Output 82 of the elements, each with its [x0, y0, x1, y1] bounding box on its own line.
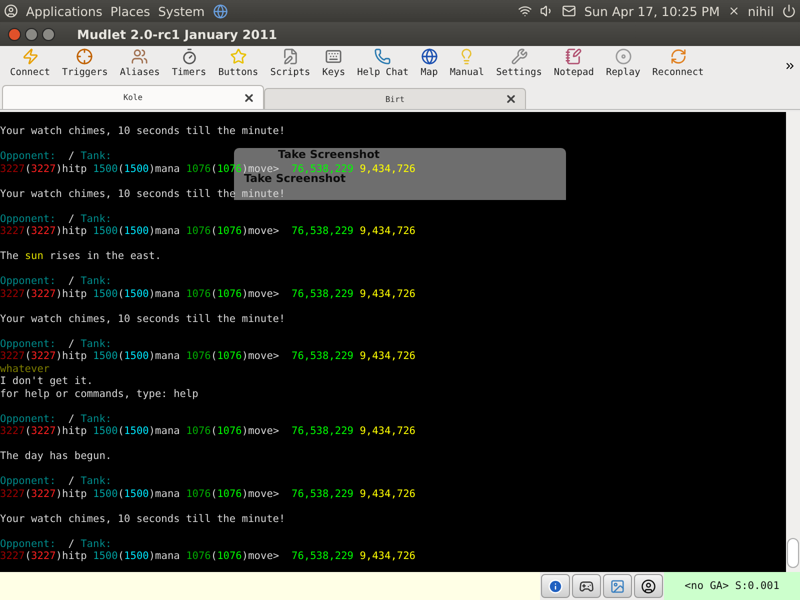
console-line: 3227(3227)hitp 1500(1500)mana 1076(1076)move> 76,538,229 9,434,726: [0, 225, 416, 238]
wifi-icon[interactable]: [518, 4, 532, 18]
console-line: 3227(3227)hitp 1500(1500)mana 1076(1076)move> 76,538,229 9,434,726: [0, 350, 416, 362]
toolbar-button[interactable]: Map: [414, 48, 444, 78]
console-line: I don't get it.: [0, 375, 93, 388]
more-icon[interactable]: [784, 60, 796, 72]
user-icon: [641, 578, 656, 594]
user-name[interactable]: nihil: [748, 4, 774, 18]
crosshair-icon: [76, 48, 94, 65]
panel-menu[interactable]: Applications: [26, 4, 102, 18]
toolbar-button[interactable]: Replay: [600, 48, 646, 78]
toolbar-button[interactable]: Connect: [4, 48, 56, 78]
refresh-icon: [670, 48, 687, 65]
user-button[interactable]: [634, 574, 663, 598]
toolbar-button[interactable]: Settings: [490, 48, 548, 78]
gamepad-icon: [579, 578, 594, 594]
toolbar-button[interactable]: Help Chat: [351, 48, 415, 78]
panel-menu[interactable]: System: [158, 4, 205, 18]
toolbar-button[interactable]: Buttons: [212, 48, 264, 78]
session-tab[interactable]: Kole: [2, 85, 264, 109]
console-line: 3227(3227)hitp 1500(1500)mana 1076(1076)move> 76,538,229 9,434,726: [0, 288, 416, 300]
toolbar-button[interactable]: Triggers: [56, 48, 114, 78]
console-line: 3227(3227)hitp 1500(1500)mana 1076(1076)move> 76,538,229 9,434,726: [0, 550, 416, 562]
user-status-icon: [728, 5, 740, 17]
close-icon[interactable]: [505, 93, 517, 105]
stopwatch-icon: [180, 48, 198, 65]
console-line: 3227(3227)hitp 1500(1500)mana 1076(1076)move> 76,538,229 9,434,726: [0, 425, 416, 438]
console-line: Opponent: / Tank:: [0, 150, 112, 162]
panel-menu[interactable]: Places: [110, 4, 150, 18]
lightning-icon: [22, 48, 39, 65]
console-line: Opponent: / Tank:: [0, 475, 112, 488]
command-input[interactable]: [0, 572, 540, 600]
scroll-bar[interactable]: [786, 112, 800, 572]
console-line: 3227(3227)hitp 1500(1500)mana 1076(1076)move> 76,538,229 9,434,726: [0, 162, 416, 174]
toolbar-button[interactable]: Scripts: [264, 48, 316, 78]
console-line: Your watch chimes, 10 seconds till the minute!: [0, 188, 286, 200]
maximize-button[interactable]: [42, 28, 55, 40]
info-icon: [548, 578, 563, 594]
window-title: Mudlet 2.0-rc1 January 2011: [77, 26, 278, 42]
console-line: Opponent: / Tank:: [0, 212, 112, 225]
toolbar-button[interactable]: Timers: [166, 48, 212, 78]
session-tab[interactable]: Birt: [264, 88, 526, 109]
console-line: Your watch chimes, 10 seconds till the minute!: [0, 312, 286, 325]
image-icon: [610, 578, 625, 594]
wrench-icon: [510, 48, 528, 65]
image-button[interactable]: [603, 574, 632, 598]
disc-icon: [614, 48, 632, 65]
toolbar-button[interactable]: Manual: [444, 48, 490, 78]
toolbar-button[interactable]: Notepad: [548, 48, 600, 78]
minimize-button[interactable]: [25, 28, 38, 40]
console-line: Your watch chimes, 10 seconds till the minute!: [0, 512, 286, 525]
people-icon: [131, 48, 148, 65]
toolbar-button[interactable]: Aliases: [114, 48, 166, 78]
console-line: Your watch chimes, 10 seconds till the minute!: [0, 125, 286, 138]
console-line: for help or commands, type: help: [0, 388, 198, 400]
console-line: whatever: [0, 362, 50, 375]
globe-icon[interactable]: [212, 4, 228, 18]
power-icon[interactable]: [782, 4, 796, 18]
star-icon: [230, 48, 247, 65]
info-button[interactable]: [541, 574, 570, 598]
toolbar-button[interactable]: Reconnect: [646, 48, 710, 78]
status-text: <no GA> S:0.001: [664, 572, 800, 600]
clock[interactable]: Sun Apr 17, 10:25 PM: [584, 4, 720, 18]
toolbar-button[interactable]: Keys: [316, 48, 352, 78]
telephone-icon: [374, 48, 392, 65]
dialog-heading: Take Screenshot: [244, 173, 346, 185]
close-button[interactable]: [8, 28, 21, 40]
close-icon[interactable]: [243, 92, 255, 104]
console-line: Opponent: / Tank:: [0, 412, 112, 425]
console-line: 3227(3227)hitp 1500(1500)mana 1076(1076)move> 76,538,229 9,434,726: [0, 488, 416, 500]
console-line: Opponent: / Tank:: [0, 338, 112, 350]
document-pen-icon: [282, 48, 299, 65]
mail-icon[interactable]: [562, 4, 576, 18]
dialog-title: Take Screenshot: [278, 149, 380, 161]
globe-icon: [420, 48, 438, 65]
notepad-icon: [565, 48, 582, 65]
console-line: Opponent: / Tank:: [0, 275, 112, 288]
console-line: Opponent: / Tank:: [0, 538, 112, 550]
console-line: The sun rises in the east.: [0, 250, 162, 262]
keyboard-icon: [325, 48, 342, 65]
gamepad-button[interactable]: [572, 574, 601, 598]
console-line: The day has begun.: [0, 450, 112, 462]
